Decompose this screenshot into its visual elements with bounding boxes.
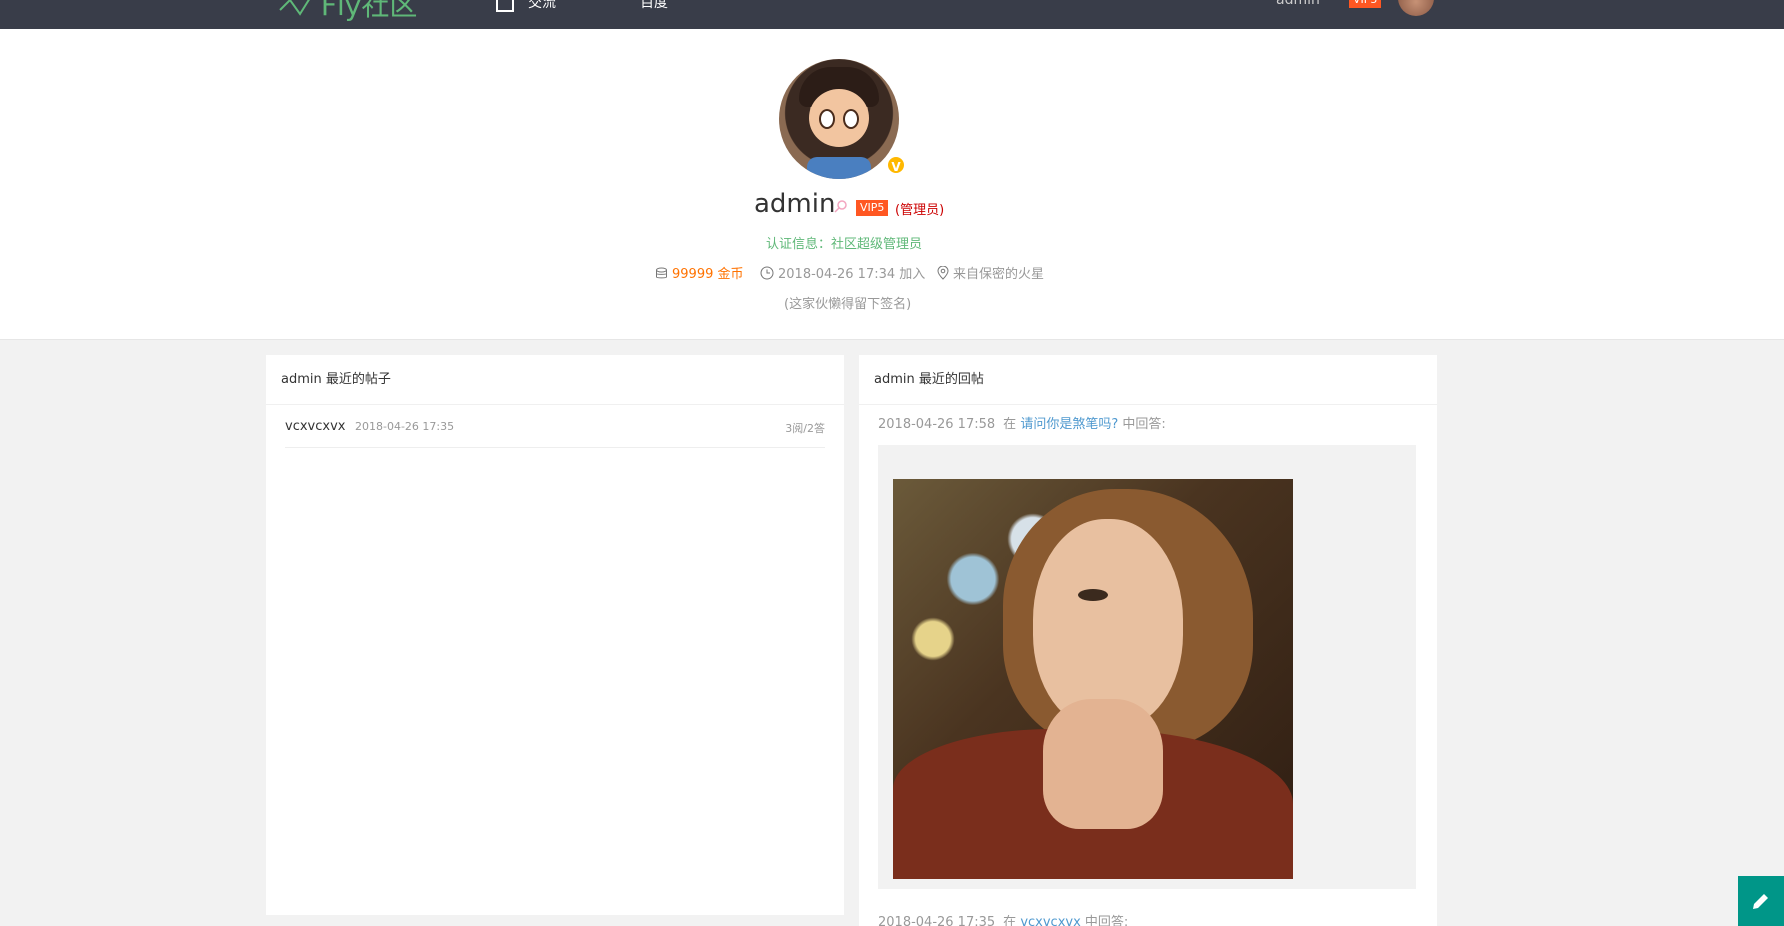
new-post-button[interactable] (1738, 876, 1784, 926)
user-signature: (这家伙懒得留下签名) (784, 297, 912, 312)
recent-posts-panel: admin 最近的帖子 vcxvcxvx 2018-04-26 17:35 3阅… (266, 355, 844, 915)
location-info: 来自保密的火星 (937, 263, 1044, 282)
recent-replies-panel: admin 最近的回帖 2018-04-26 17:58 在 请问你是煞笔吗? 中… (859, 355, 1437, 926)
nav-item-baidu[interactable]: 百度 (640, 0, 668, 12)
reply-image[interactable] (893, 479, 1293, 879)
top-header: Fly社区 交流 百度 admin VIP5 (0, 0, 1784, 29)
top-user-name[interactable]: admin (1276, 0, 1320, 8)
verified-v-icon: V (886, 155, 906, 175)
logo-icon (279, 0, 310, 16)
recent-replies-title: admin 最近的回帖 (859, 355, 1437, 405)
nav-item-exchange[interactable]: 交流 (496, 0, 556, 12)
top-user-avatar[interactable] (1398, 0, 1434, 16)
post-stats: 3阅/2答 (785, 422, 825, 435)
profile-avatar (779, 59, 899, 179)
list-item[interactable]: vcxvcxvx 2018-04-26 17:35 3阅/2答 (285, 413, 825, 448)
joined-info: 2018-04-26 17:34 加入 (760, 263, 925, 282)
certification-info: 认证信息：社区超级管理员 (766, 237, 923, 252)
location-pin-icon (937, 265, 949, 280)
role-label: (管理员) (895, 203, 945, 218)
reply-header: 2018-04-26 17:35 在 vcxvcxvx 中回答: (878, 911, 1128, 926)
clock-icon (760, 266, 774, 280)
vip-badge: VIP5 (856, 200, 889, 216)
reply-topic-link[interactable]: 请问你是煞笔吗? (1020, 417, 1118, 432)
reply-content (878, 445, 1416, 889)
search-icon (834, 200, 847, 213)
site-logo[interactable]: Fly社区 (278, 0, 417, 24)
top-vip-badge: VIP5 (1349, 0, 1382, 8)
edit-pencil-icon (1753, 894, 1768, 909)
profile-username: admin (754, 189, 836, 219)
reply-topic-link[interactable]: vcxvcxvx (1020, 915, 1080, 926)
reply-header: 2018-04-26 17:58 在 请问你是煞笔吗? 中回答: (878, 417, 1166, 432)
coins-info: 99999 金币 (655, 263, 744, 282)
profile-section: V admin VIP5 (管理员) 认证信息：社区超级管理员 99999 金币… (0, 29, 1784, 340)
recent-posts-title: admin 最近的帖子 (266, 355, 844, 405)
post-time: 2018-04-26 17:35 (355, 420, 455, 433)
post-title-link[interactable]: vcxvcxvx (285, 419, 345, 434)
logo-text: Fly社区 (320, 0, 418, 22)
nav-square-icon (496, 0, 514, 12)
coin-stack-icon (656, 267, 667, 279)
